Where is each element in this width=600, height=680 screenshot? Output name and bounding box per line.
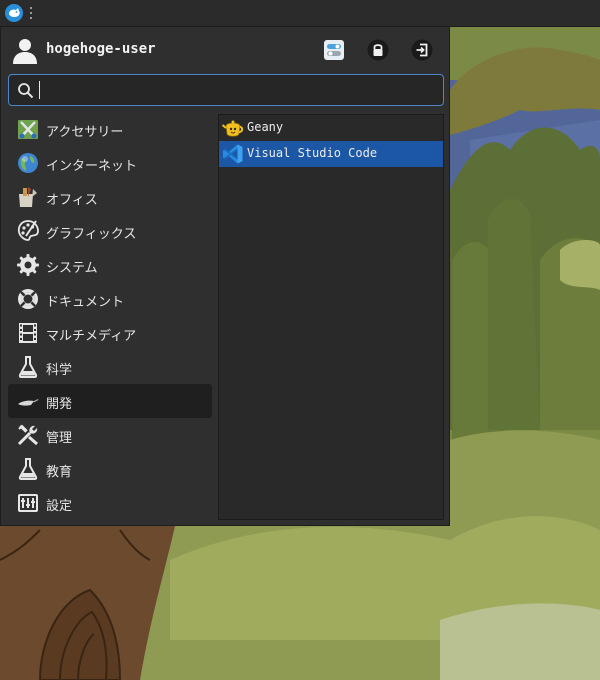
category-documents[interactable]: ドキュメント: [8, 282, 212, 316]
graphics-palette-icon: [17, 220, 39, 241]
settings-toggle-icon: [324, 40, 344, 60]
user-avatar-icon: [13, 39, 37, 64]
category-science[interactable]: 科学: [8, 350, 212, 384]
category-education[interactable]: 教育: [8, 452, 212, 486]
text-caret: [39, 81, 40, 99]
geany-teapot-icon: [222, 120, 244, 137]
system-gear-icon: [17, 254, 39, 276]
search-input[interactable]: [39, 79, 435, 101]
settings-panel-icon: [18, 494, 38, 512]
category-development[interactable]: 開発: [8, 384, 212, 418]
category-graphics[interactable]: グラフィックス: [8, 214, 212, 248]
internet-globe-icon: [18, 153, 38, 173]
category-administration[interactable]: 管理: [8, 418, 212, 452]
category-label: 科学: [46, 363, 73, 378]
category-system[interactable]: システム: [8, 248, 212, 282]
lock-screen-button[interactable]: [366, 38, 390, 62]
help-lifebuoy-icon: [18, 289, 38, 309]
category-label: 開発: [46, 397, 73, 412]
science-flask-icon: [18, 356, 38, 378]
app-label: Visual Studio Code: [247, 146, 378, 160]
multimedia-film-icon: [19, 323, 37, 343]
menu-header: hogehoge-user: [1, 27, 451, 73]
category-label: オフィス: [46, 193, 98, 208]
panel-handle-icon[interactable]: [30, 7, 34, 19]
development-trowel-icon: [18, 399, 39, 406]
category-label: グラフィックス: [46, 227, 137, 242]
settings-toggle-button[interactable]: [322, 38, 346, 62]
search-icon: [18, 83, 34, 99]
category-accessories[interactable]: アクセサリー: [8, 112, 212, 146]
app-item-geany[interactable]: Geany: [219, 115, 443, 141]
category-label: アクセサリー: [46, 125, 124, 140]
category-label: マルチメディア: [46, 329, 137, 344]
category-internet[interactable]: インターネット: [8, 146, 212, 180]
category-label: 教育: [46, 465, 73, 480]
logout-icon: [411, 39, 433, 61]
tools-wrench-icon: [17, 424, 38, 446]
username: hogehoge-user: [46, 41, 156, 57]
category-label: 管理: [46, 431, 73, 446]
category-office[interactable]: オフィス: [8, 180, 212, 214]
vscode-icon: [223, 144, 243, 164]
lock-icon: [367, 39, 389, 61]
logout-button[interactable]: [410, 38, 434, 62]
category-multimedia[interactable]: マルチメディア: [8, 316, 212, 350]
search-box: [8, 74, 444, 106]
category-label: インターネット: [46, 159, 138, 174]
office-icon: [19, 187, 37, 207]
xfce-mouse-icon[interactable]: [3, 2, 25, 24]
category-list: アクセサリー インターネット オフィス グラフィックス システム ドキュメント …: [8, 112, 213, 520]
top-panel: [0, 0, 600, 27]
app-item-vscode[interactable]: Visual Studio Code: [219, 141, 443, 167]
application-list: Geany Visual Studio Code: [218, 114, 444, 520]
app-label: Geany: [247, 120, 284, 134]
accessories-icon: [18, 120, 38, 139]
application-menu: hogehoge-user アクセサリー インターネット オフィス グラフィック…: [0, 27, 450, 526]
category-settings[interactable]: 設定: [8, 486, 212, 520]
category-label: ドキュメント: [46, 295, 125, 310]
category-label: 設定: [46, 499, 73, 514]
category-label: システム: [46, 261, 98, 276]
education-flask-icon: [18, 458, 38, 480]
